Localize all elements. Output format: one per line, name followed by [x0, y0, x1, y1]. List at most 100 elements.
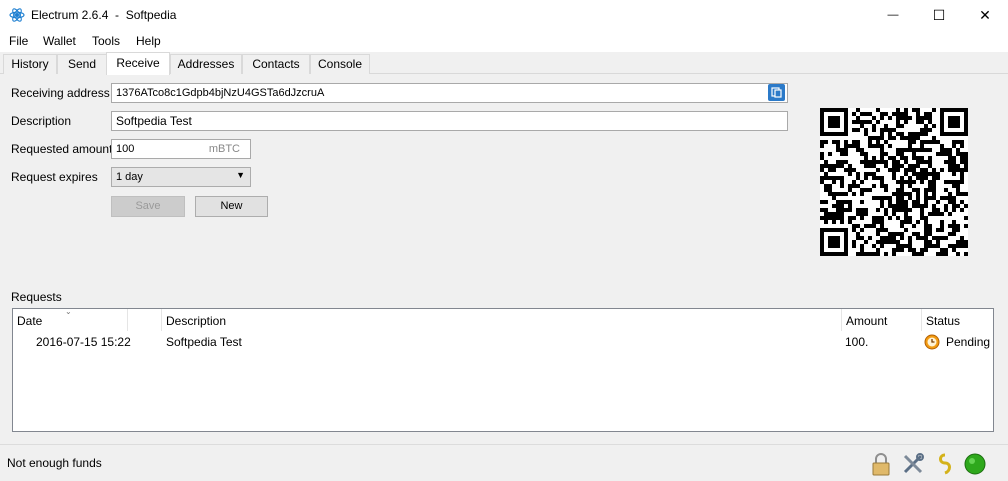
- qr-module: [828, 176, 832, 180]
- menu-help[interactable]: Help: [136, 34, 161, 48]
- qr-module: [860, 148, 864, 152]
- qr-module: [928, 164, 932, 168]
- qr-module: [952, 200, 956, 204]
- qr-module: [864, 188, 868, 192]
- network-status-icon[interactable]: [963, 452, 987, 476]
- qr-module: [956, 132, 960, 136]
- qr-module: [844, 244, 848, 248]
- qr-module: [944, 180, 948, 184]
- requested-amount-field[interactable]: 100 mBTC: [111, 139, 251, 159]
- qr-module: [880, 236, 884, 240]
- qr-module: [960, 208, 964, 212]
- qr-module: [880, 148, 884, 152]
- description-field[interactable]: Softpedia Test: [111, 111, 788, 131]
- qr-module: [828, 252, 832, 256]
- close-button[interactable]: ✕: [962, 0, 1008, 30]
- qr-module: [832, 168, 836, 172]
- qr-module: [836, 252, 840, 256]
- save-button[interactable]: Save: [111, 196, 185, 217]
- column-header-description[interactable]: Description: [162, 309, 842, 331]
- qr-module: [960, 200, 964, 204]
- qr-module: [916, 164, 920, 168]
- qr-module: [880, 112, 884, 116]
- qr-module: [964, 128, 968, 132]
- qr-module: [964, 132, 968, 136]
- receiving-address-field[interactable]: 1376ATco8c1Gdpb4bjNzU4GSTa6dJzcruA: [111, 83, 788, 103]
- qr-module: [952, 172, 956, 176]
- qr-module: [920, 176, 924, 180]
- qr-module: [936, 240, 940, 244]
- qr-module: [928, 212, 932, 216]
- seed-icon[interactable]: [933, 452, 957, 476]
- column-header-date[interactable]: Date ⌄: [13, 307, 128, 331]
- lock-icon[interactable]: [869, 452, 893, 476]
- qr-module: [900, 132, 904, 136]
- qr-module: [952, 164, 956, 168]
- qr-module: [852, 240, 856, 244]
- preferences-tools-icon[interactable]: [901, 452, 925, 476]
- menu-wallet[interactable]: Wallet: [43, 34, 76, 48]
- qr-module: [916, 112, 920, 116]
- qr-module: [856, 148, 860, 152]
- qr-module: [900, 196, 904, 200]
- requested-amount-value: 100: [116, 143, 135, 155]
- qr-module: [888, 128, 892, 132]
- tab-send[interactable]: Send: [57, 54, 107, 74]
- requests-table[interactable]: Date ⌄ Description Amount Status 2016-07…: [12, 307, 994, 432]
- qr-module: [924, 224, 928, 228]
- qr-module: [912, 156, 916, 160]
- qr-module: [828, 212, 832, 216]
- qr-module: [840, 132, 844, 136]
- tab-history[interactable]: History: [3, 54, 57, 74]
- qr-module: [952, 248, 956, 252]
- qr-module: [916, 236, 920, 240]
- tab-receive[interactable]: Receive: [106, 52, 170, 75]
- request-expires-label: Request expires: [11, 170, 98, 184]
- qr-module: [960, 156, 964, 160]
- menu-file[interactable]: File: [9, 34, 28, 48]
- qr-module: [876, 108, 880, 112]
- qr-module: [832, 244, 836, 248]
- qr-module: [948, 212, 952, 216]
- qr-module: [820, 228, 824, 232]
- qr-module: [928, 156, 932, 160]
- qr-module: [860, 188, 864, 192]
- qr-module: [844, 168, 848, 172]
- qr-module: [944, 148, 948, 152]
- qr-module: [908, 164, 912, 168]
- qr-module: [892, 208, 896, 212]
- request-expires-select[interactable]: 1 day ▼: [111, 167, 251, 187]
- qr-module: [880, 116, 884, 120]
- qr-module: [844, 140, 848, 144]
- qr-module: [904, 136, 908, 140]
- column-header-amount[interactable]: Amount: [842, 309, 922, 331]
- copy-address-button[interactable]: [768, 84, 785, 101]
- qr-module: [892, 164, 896, 168]
- qr-module: [956, 204, 960, 208]
- qr-module: [916, 220, 920, 224]
- tab-console[interactable]: Console: [310, 54, 370, 74]
- qr-module: [892, 204, 896, 208]
- qr-module: [944, 188, 948, 192]
- new-button[interactable]: New: [195, 196, 268, 217]
- qr-module: [924, 204, 928, 208]
- tab-addresses[interactable]: Addresses: [170, 54, 242, 74]
- maximize-button[interactable]: ☐: [916, 0, 962, 30]
- qr-module: [940, 148, 944, 152]
- minimize-button[interactable]: —: [870, 0, 916, 30]
- qr-module: [896, 196, 900, 200]
- qr-module: [928, 112, 932, 116]
- tab-contacts[interactable]: Contacts: [242, 54, 310, 74]
- qr-module: [880, 244, 884, 248]
- qr-module: [832, 196, 836, 200]
- column-header-status[interactable]: Status: [922, 309, 993, 331]
- qr-module: [820, 240, 824, 244]
- qr-module: [920, 168, 924, 172]
- menu-tools[interactable]: Tools: [92, 34, 120, 48]
- qr-module: [944, 108, 948, 112]
- qr-module: [892, 236, 896, 240]
- qr-module: [832, 228, 836, 232]
- qr-module: [820, 112, 824, 116]
- qr-module: [896, 216, 900, 220]
- qr-module: [852, 140, 856, 144]
